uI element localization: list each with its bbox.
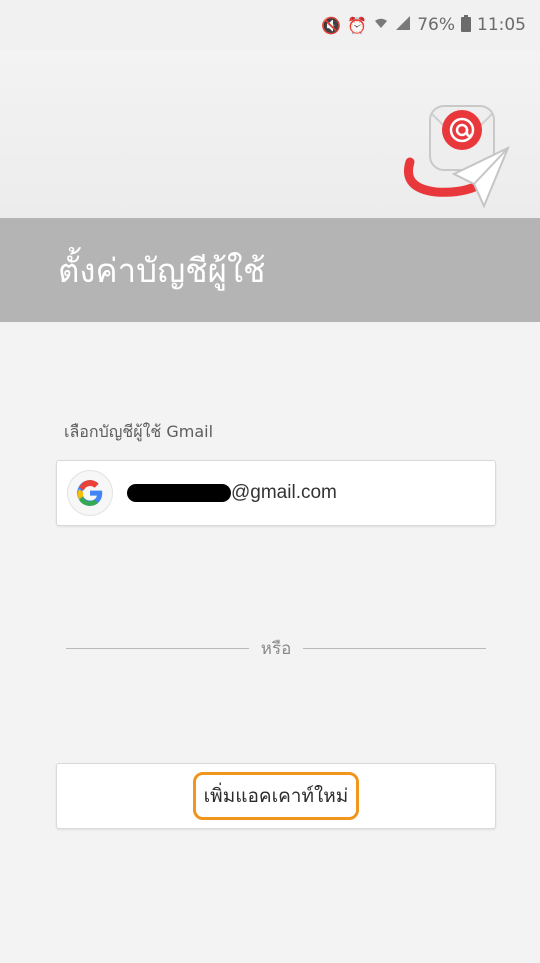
title-bar: ตั้งค่าบัญชีผู้ใช้ (0, 218, 540, 322)
divider-line-left (66, 647, 249, 649)
gmail-account-label: เลือกบัญชีผู้ใช้ Gmail (64, 422, 214, 441)
google-icon (67, 470, 113, 516)
wifi-icon (373, 15, 389, 35)
add-new-account-label: เพิ่มแอคเคาท์ใหม่ (192, 772, 360, 820)
signal-icon (395, 15, 411, 35)
redacted-email-username (127, 484, 231, 502)
email-app-logo-icon (396, 96, 514, 214)
page-title: ตั้งค่าบัญชีผู้ใช้ (58, 250, 266, 290)
email-domain: @gmail.com (231, 482, 337, 503)
battery-percent: 76% (417, 15, 455, 35)
battery-icon (461, 14, 471, 36)
alarm-icon: ⏰ (347, 15, 368, 35)
mute-icon: 🔇 (321, 15, 342, 35)
or-text: หรือ (260, 638, 292, 659)
divider-line-right (303, 647, 487, 649)
gmail-account-button[interactable]: @gmail.com (56, 460, 496, 526)
or-divider: หรือ (66, 636, 487, 660)
clock-time: 11:05 (477, 15, 526, 35)
add-new-account-button[interactable]: เพิ่มแอคเคาท์ใหม่ (56, 763, 496, 829)
status-bar: 🔇 ⏰ 76% 11:05 (0, 0, 540, 50)
